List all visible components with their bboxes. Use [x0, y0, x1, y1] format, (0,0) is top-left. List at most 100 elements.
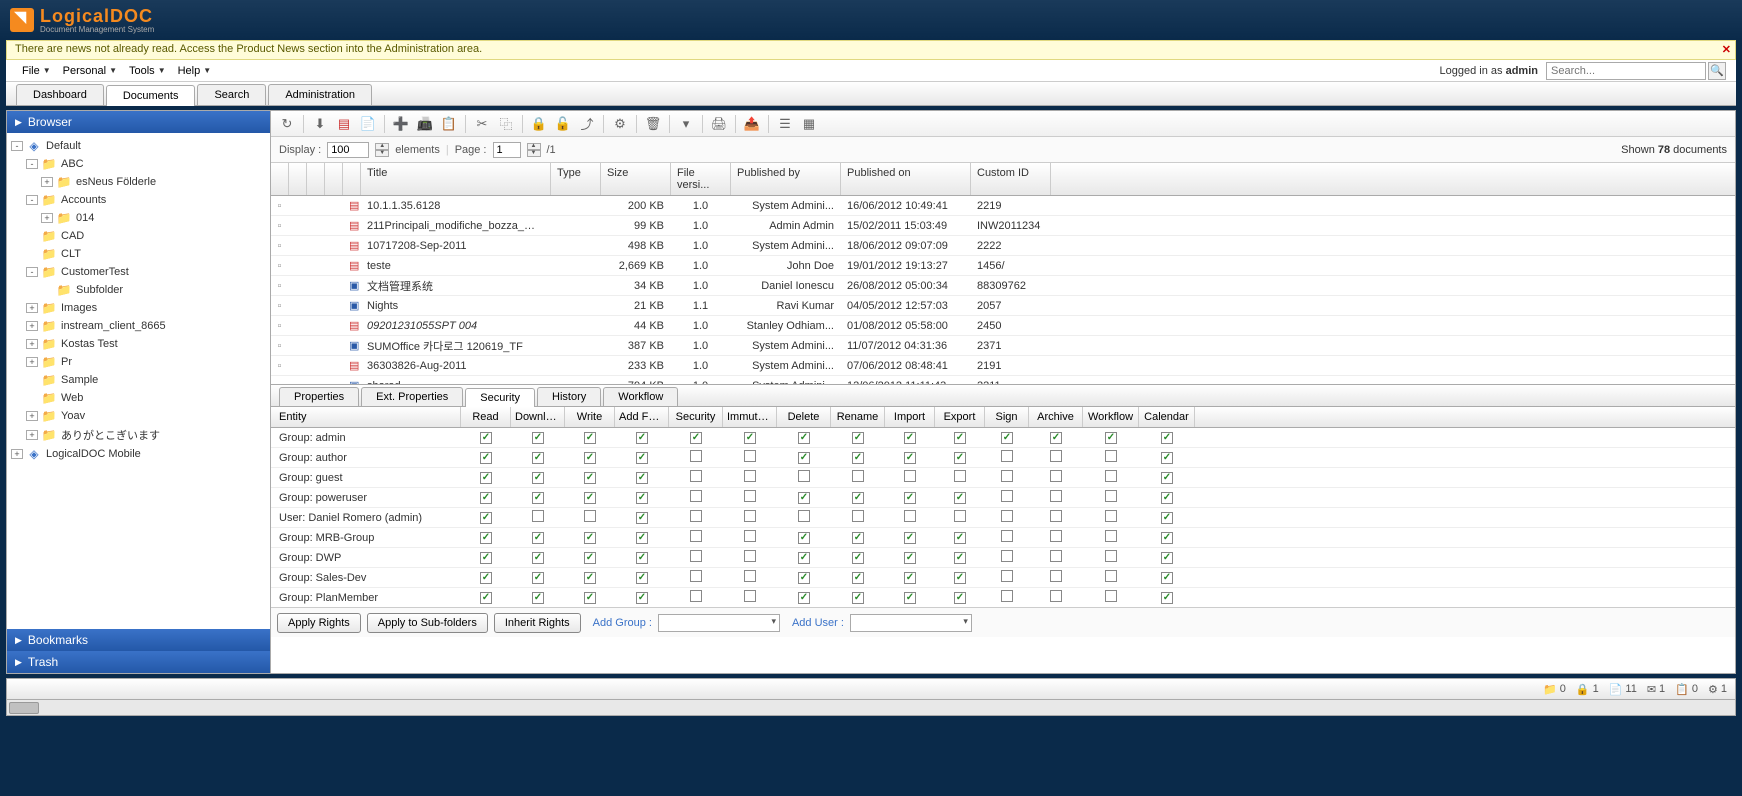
detail-tab-history[interactable]: History — [537, 387, 601, 406]
permission-checkbox[interactable]: ✓ — [532, 492, 544, 504]
tree-node[interactable]: -📁Accounts — [11, 191, 266, 209]
permission-checkbox[interactable] — [852, 470, 864, 482]
permission-checkbox[interactable]: ✓ — [636, 432, 648, 444]
tab-documents[interactable]: Documents — [106, 85, 196, 106]
refresh-icon[interactable]: ↻ — [277, 114, 297, 134]
document-row[interactable]: ▫▤10717208-Sep-2011498 KB1.0System Admin… — [271, 236, 1735, 256]
security-col-header[interactable]: Write — [565, 407, 615, 427]
permission-checkbox[interactable] — [1001, 510, 1013, 522]
security-col-header[interactable]: Rename — [831, 407, 885, 427]
permission-checkbox[interactable]: ✓ — [852, 432, 864, 444]
status-item[interactable]: 📁0 — [1543, 683, 1566, 696]
tree-node[interactable]: -◈Default — [11, 137, 266, 155]
tab-dashboard[interactable]: Dashboard — [16, 84, 104, 105]
permission-checkbox[interactable] — [744, 450, 756, 462]
permission-checkbox[interactable]: ✓ — [1161, 432, 1173, 444]
security-row[interactable]: Group: MRB-Group✓✓✓✓✓✓✓✓✓ — [271, 528, 1735, 548]
tree-toggle-icon[interactable]: - — [11, 141, 23, 151]
permission-checkbox[interactable]: ✓ — [636, 512, 648, 524]
permission-checkbox[interactable]: ✓ — [532, 532, 544, 544]
permission-checkbox[interactable]: ✓ — [584, 532, 596, 544]
tree-node[interactable]: -📁ABC — [11, 155, 266, 173]
permission-checkbox[interactable]: ✓ — [852, 552, 864, 564]
security-col-header[interactable]: Calendar — [1139, 407, 1195, 427]
security-col-header[interactable]: Workflow — [1083, 407, 1139, 427]
permission-checkbox[interactable] — [1001, 530, 1013, 542]
permission-checkbox[interactable] — [584, 510, 596, 522]
permission-checkbox[interactable]: ✓ — [584, 452, 596, 464]
tree-toggle-icon[interactable]: + — [41, 177, 53, 187]
permission-checkbox[interactable]: ✓ — [904, 572, 916, 584]
permission-checkbox[interactable] — [1050, 490, 1062, 502]
security-col-header[interactable]: Immuta... — [723, 407, 777, 427]
tree-toggle-icon[interactable]: - — [26, 159, 38, 169]
permission-checkbox[interactable] — [690, 510, 702, 522]
menu-tools[interactable]: Tools▼ — [123, 65, 172, 77]
document-row[interactable]: ▫▤211Principali_modifiche_bozza_modell..… — [271, 216, 1735, 236]
permission-checkbox[interactable]: ✓ — [636, 532, 648, 544]
permission-checkbox[interactable]: ✓ — [636, 472, 648, 484]
permission-checkbox[interactable] — [1050, 450, 1062, 462]
permission-checkbox[interactable] — [1050, 550, 1062, 562]
permission-checkbox[interactable]: ✓ — [1050, 432, 1062, 444]
horizontal-scrollbar[interactable] — [6, 700, 1736, 716]
tree-toggle-icon[interactable]: + — [26, 430, 38, 440]
security-col-header[interactable]: Read — [461, 407, 511, 427]
download-icon[interactable]: ⬇ — [310, 114, 330, 134]
detail-tab-ext-properties[interactable]: Ext. Properties — [361, 387, 463, 406]
permission-checkbox[interactable]: ✓ — [1161, 572, 1173, 584]
permission-checkbox[interactable]: ✓ — [1161, 532, 1173, 544]
document-row[interactable]: ▫▤36303826-Aug-2011233 KB1.0System Admin… — [271, 356, 1735, 376]
permission-checkbox[interactable]: ✓ — [954, 572, 966, 584]
tree-node[interactable]: +📁esNeus Földerle — [11, 173, 266, 191]
security-col-header[interactable]: Entity — [271, 407, 461, 427]
permission-checkbox[interactable]: ✓ — [852, 532, 864, 544]
pdf-icon[interactable]: ▤ — [334, 114, 354, 134]
add-icon[interactable]: ➕ — [391, 114, 411, 134]
permission-checkbox[interactable]: ✓ — [584, 432, 596, 444]
permission-checkbox[interactable] — [1105, 450, 1117, 462]
permission-checkbox[interactable]: ✓ — [532, 592, 544, 604]
apply-rights-button[interactable]: Apply Rights — [277, 613, 361, 633]
document-row[interactable]: ▫▤10.1.1.35.6128200 KB1.0System Admini..… — [271, 196, 1735, 216]
permission-checkbox[interactable]: ✓ — [532, 472, 544, 484]
tree-toggle-icon[interactable]: + — [26, 303, 38, 313]
add-group-combo[interactable] — [658, 614, 780, 632]
permission-checkbox[interactable] — [1105, 570, 1117, 582]
permission-checkbox[interactable]: ✓ — [690, 432, 702, 444]
tree-node[interactable]: 📁CAD — [11, 227, 266, 245]
permission-checkbox[interactable] — [1050, 590, 1062, 602]
security-col-header[interactable]: Add Fol... — [615, 407, 669, 427]
permission-checkbox[interactable]: ✓ — [798, 572, 810, 584]
tree-node[interactable]: +📁Yoav — [11, 407, 266, 425]
tree-node[interactable]: +◈LogicalDOC Mobile — [11, 445, 266, 463]
permission-checkbox[interactable] — [744, 510, 756, 522]
permission-checkbox[interactable] — [904, 470, 916, 482]
tree-toggle-icon[interactable]: + — [26, 411, 38, 421]
grid-col-header[interactable] — [343, 163, 361, 195]
tree-toggle-icon[interactable]: + — [11, 449, 23, 459]
permission-checkbox[interactable]: ✓ — [584, 492, 596, 504]
tab-search[interactable]: Search — [197, 84, 266, 105]
permission-checkbox[interactable]: ✓ — [852, 492, 864, 504]
permission-checkbox[interactable] — [532, 510, 544, 522]
detail-tab-workflow[interactable]: Workflow — [603, 387, 678, 406]
permission-checkbox[interactable] — [690, 530, 702, 542]
tab-administration[interactable]: Administration — [268, 84, 372, 105]
permission-checkbox[interactable]: ✓ — [480, 592, 492, 604]
permission-checkbox[interactable]: ✓ — [480, 432, 492, 444]
list-view-icon[interactable]: ☰ — [775, 114, 795, 134]
permission-checkbox[interactable]: ✓ — [480, 572, 492, 584]
permission-checkbox[interactable]: ✓ — [532, 552, 544, 564]
permission-checkbox[interactable] — [690, 590, 702, 602]
permission-checkbox[interactable] — [1050, 530, 1062, 542]
security-col-header[interactable]: Security — [669, 407, 723, 427]
tree-node[interactable]: 📁CLT — [11, 245, 266, 263]
permission-checkbox[interactable]: ✓ — [904, 492, 916, 504]
sidebar-bookmarks-header[interactable]: ▶ Bookmarks — [7, 629, 270, 651]
permission-checkbox[interactable]: ✓ — [636, 552, 648, 564]
permission-checkbox[interactable]: ✓ — [852, 572, 864, 584]
add-doc-icon[interactable]: 📄 — [358, 114, 378, 134]
permission-checkbox[interactable] — [690, 450, 702, 462]
search-button[interactable]: 🔍 — [1708, 62, 1726, 80]
